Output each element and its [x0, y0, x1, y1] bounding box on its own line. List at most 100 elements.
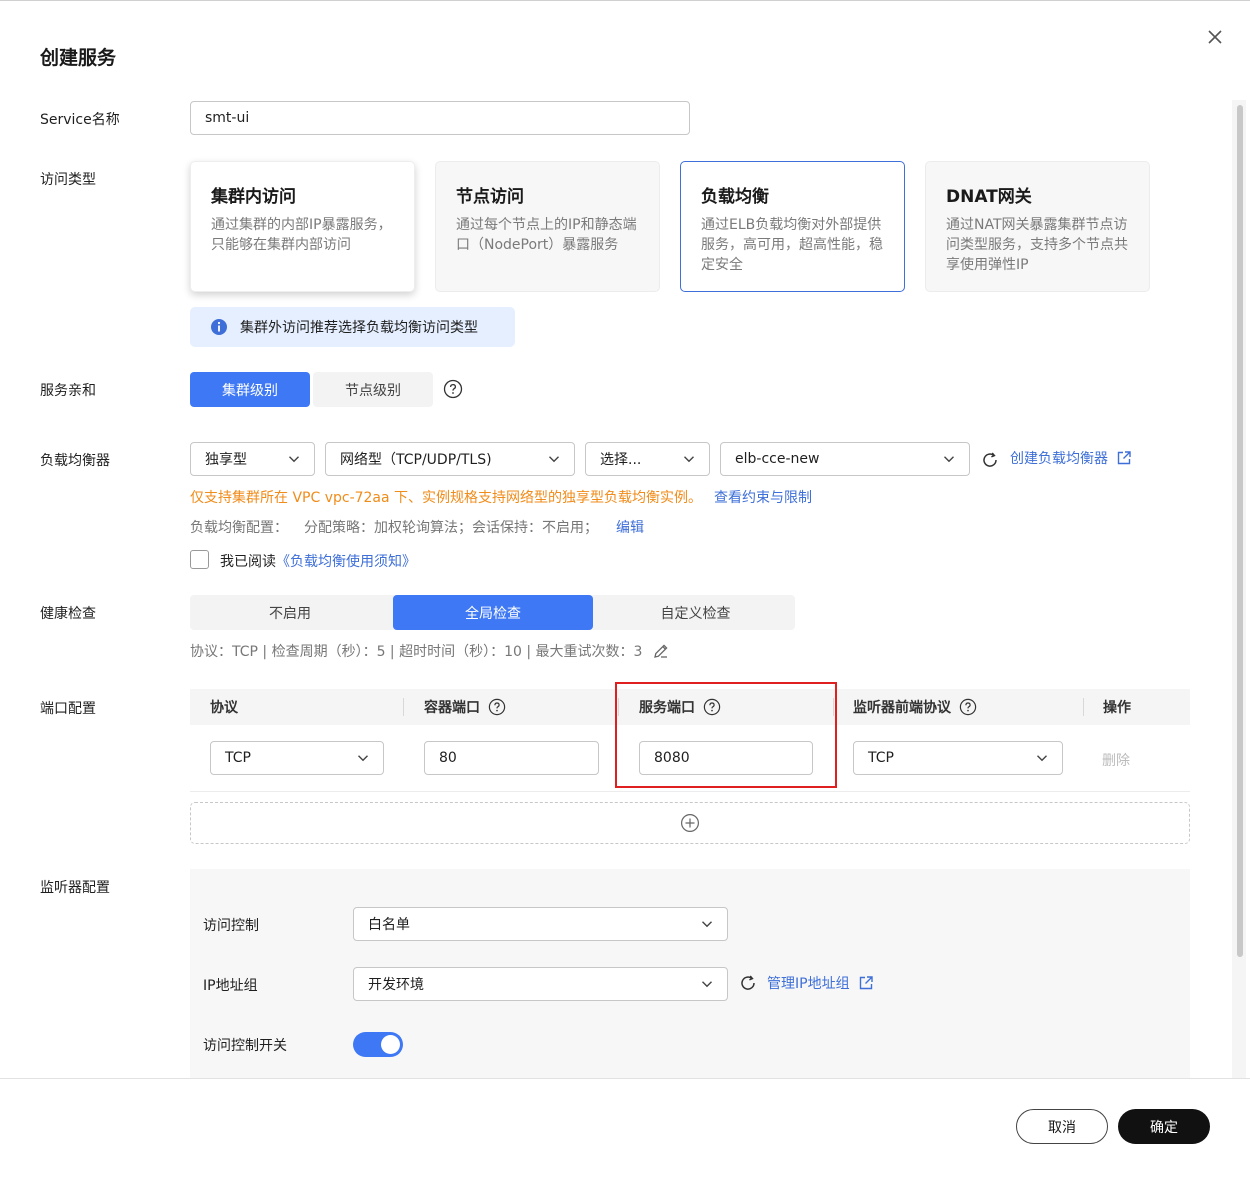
access-type-label: 访问类型 [40, 172, 96, 188]
load-balancer-label: 负载均衡器 [40, 453, 110, 469]
listener-label: 监听器配置 [40, 880, 110, 896]
access-switch-label: 访问控制开关 [203, 1038, 287, 1054]
lb-network-select[interactable]: 网络型（TCP/UDP/TLS) [325, 442, 575, 476]
refresh-icon[interactable] [738, 973, 758, 993]
health-summary-row: 协议：TCP | 检查周期（秒）：5 | 超时时间（秒）：10 | 最大重试次数… [190, 641, 670, 661]
ip-group-value: 开发环境 [368, 977, 424, 993]
access-card-desc: 通过集群的内部IP暴露服务，只能够在集群内部访问 [211, 217, 392, 253]
lb-config-row: 负载均衡配置： 分配策略：加权轮询算法；会话保持：不启用； 编辑 [190, 517, 644, 537]
access-control-select[interactable]: 白名单 [353, 907, 728, 941]
confirm-button[interactable]: 确定 [1118, 1109, 1210, 1144]
chevron-down-icon [702, 921, 712, 928]
header-container-port-label: 容器端口 [424, 700, 480, 716]
affinity-cluster-button[interactable]: 集群级别 [190, 372, 310, 407]
health-global-button[interactable]: 全局检查 [393, 595, 593, 630]
dialog-title: 创建服务 [40, 47, 117, 69]
lb-spec-select[interactable]: 选择... [585, 442, 710, 476]
help-icon[interactable] [488, 698, 506, 716]
port-protocol-select[interactable]: TCP [210, 741, 384, 775]
header-frontend-protocol: 监听器前端协议 [853, 689, 977, 725]
access-card-loadbalancer[interactable]: 负载均衡 通过ELB负载均衡对外部提供服务，高可用，超高性能，稳定安全 [680, 161, 905, 292]
cancel-button[interactable]: 取消 [1016, 1109, 1108, 1144]
toggle-knob [381, 1035, 400, 1054]
lb-instance-select[interactable]: elb-cce-new [720, 442, 970, 476]
access-control-toggle[interactable] [353, 1032, 403, 1057]
health-check-label: 健康检查 [40, 606, 96, 622]
lb-edit-link[interactable]: 编辑 [616, 517, 644, 537]
service-name-value: smt-ui [205, 110, 250, 126]
manage-ip-group-text: 管理IP地址组 [767, 976, 850, 992]
access-tip: 集群外访问推荐选择负载均衡访问类型 [190, 307, 515, 347]
access-card-desc: 通过NAT网关暴露集群节点访问类型服务，支持多个节点共享使用弹性IP [946, 217, 1128, 273]
help-icon[interactable] [959, 698, 977, 716]
lb-instance-value: elb-cce-new [735, 451, 820, 467]
close-icon[interactable] [1202, 24, 1228, 50]
health-custom-button[interactable]: 自定义检查 [596, 595, 795, 630]
lb-warning-text: 仅支持集群所在 VPC vpc-72aa 下、实例规格支持网络型的独享型负载均衡… [190, 490, 703, 506]
manage-ip-group-link[interactable]: 管理IP地址组 [767, 973, 874, 993]
lb-spec-value: 选择... [600, 452, 642, 468]
service-name-label: Service名称 [40, 112, 120, 128]
affinity-label: 服务亲和 [40, 383, 96, 399]
chevron-down-icon [289, 456, 299, 463]
access-control-value: 白名单 [368, 917, 410, 933]
agree-checkbox[interactable] [190, 550, 209, 569]
header-divider [1083, 698, 1084, 716]
delete-port-button[interactable]: 删除 [1102, 750, 1130, 770]
external-link-icon [1117, 451, 1131, 465]
header-action: 操作 [1103, 700, 1131, 716]
help-icon[interactable] [443, 379, 463, 399]
chevron-down-icon [944, 456, 954, 463]
frontend-protocol-value: TCP [868, 750, 894, 766]
access-card-title: DNAT网关 [946, 187, 1032, 207]
access-card-desc: 通过ELB负载均衡对外部提供服务，高可用，超高性能，稳定安全 [701, 217, 883, 273]
refresh-icon[interactable] [980, 450, 1000, 470]
access-card-dnat[interactable]: DNAT网关 通过NAT网关暴露集群节点访问类型服务，支持多个节点共享使用弹性I… [925, 161, 1150, 292]
port-protocol-value: TCP [225, 750, 251, 766]
header-protocol: 协议 [210, 700, 238, 716]
constraints-link[interactable]: 查看约束与限制 [714, 487, 812, 507]
header-container-port: 容器端口 [424, 689, 506, 725]
create-lb-link[interactable]: 创建负载均衡器 [1010, 448, 1132, 468]
lb-type-value: 独享型 [205, 452, 247, 468]
info-icon [211, 319, 227, 335]
access-card-title: 负载均衡 [701, 187, 769, 207]
ip-group-select[interactable]: 开发环境 [353, 967, 728, 1001]
access-card-node[interactable]: 节点访问 通过每个节点上的IP和静态端口（NodePort）暴露服务 [435, 161, 660, 292]
container-port-value: 80 [439, 750, 457, 766]
lb-network-value: 网络型（TCP/UDP/TLS) [340, 452, 492, 468]
chevron-down-icon [358, 755, 368, 762]
edit-icon[interactable] [652, 642, 670, 660]
container-port-input[interactable]: 80 [424, 741, 599, 775]
access-card-title: 集群内访问 [211, 187, 296, 207]
chevron-down-icon [1037, 755, 1047, 762]
lb-config-text: 分配策略：加权轮询算法；会话保持：不启用； [304, 520, 598, 536]
header-frontend-protocol-label: 监听器前端协议 [853, 700, 951, 716]
chevron-down-icon [684, 456, 694, 463]
row-divider [190, 791, 1190, 792]
affinity-node-button[interactable]: 节点级别 [313, 372, 433, 407]
service-name-input[interactable]: smt-ui [190, 101, 690, 135]
lb-type-select[interactable]: 独享型 [190, 442, 315, 476]
add-port-button[interactable] [190, 802, 1190, 844]
create-lb-link-text: 创建负载均衡器 [1010, 451, 1108, 467]
health-off-button[interactable]: 不启用 [190, 595, 390, 630]
top-border [0, 0, 1250, 1]
access-control-label: 访问控制 [203, 918, 259, 934]
access-tip-text: 集群外访问推荐选择负载均衡访问类型 [240, 320, 478, 336]
ip-group-label: IP地址组 [203, 978, 258, 994]
lb-warning-row: 仅支持集群所在 VPC vpc-72aa 下、实例规格支持网络型的独享型负载均衡… [190, 487, 812, 507]
access-card-cluster[interactable]: 集群内访问 通过集群的内部IP暴露服务，只能够在集群内部访问 [190, 161, 415, 292]
frontend-protocol-select[interactable]: TCP [853, 741, 1063, 775]
chevron-down-icon [549, 456, 559, 463]
ports-label: 端口配置 [40, 701, 96, 717]
health-summary-text: 协议：TCP | 检查周期（秒）：5 | 超时时间（秒）：10 | 最大重试次数… [190, 644, 643, 660]
access-card-title: 节点访问 [456, 187, 524, 207]
header-divider [403, 698, 404, 716]
external-link-icon [859, 976, 873, 990]
agree-link[interactable]: 《负载均衡使用须知》 [276, 551, 416, 571]
scrollbar-thumb[interactable] [1237, 105, 1243, 957]
lb-config-label: 负载均衡配置： [190, 520, 288, 536]
service-port-highlight [615, 682, 837, 788]
plus-circle-icon [681, 814, 699, 832]
